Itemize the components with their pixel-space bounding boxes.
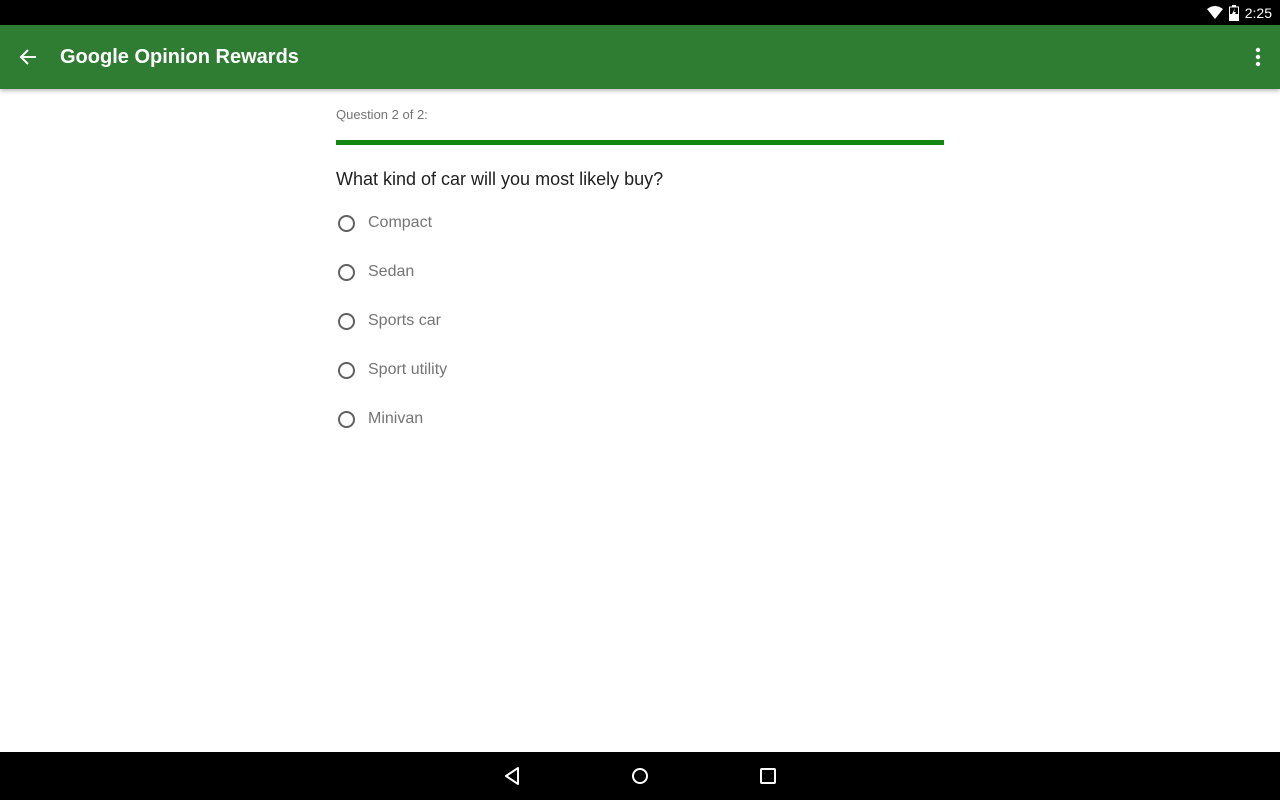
recents-square-icon [760, 768, 776, 784]
option-sedan[interactable]: Sedan [336, 261, 447, 310]
back-button[interactable] [14, 45, 42, 69]
nav-recents-button[interactable] [756, 764, 780, 788]
option-label: Minivan [368, 410, 424, 427]
option-compact[interactable]: Compact [336, 212, 447, 261]
status-bar: 2:25 [0, 0, 1280, 25]
app-bar: Google Opinion Rewards [0, 25, 1280, 89]
option-sport-utility[interactable]: Sport utility [336, 359, 447, 408]
survey-progress-bar [336, 140, 944, 145]
survey-progress-fill [336, 140, 944, 145]
option-label: Sedan [368, 263, 415, 280]
option-label: Compact [368, 214, 433, 231]
system-nav-bar [0, 752, 1280, 800]
clock: 2:25 [1244, 4, 1272, 21]
question-text: What kind of car will you most likely bu… [336, 169, 664, 189]
answer-options: Compact Sedan Sports car Sport utility M… [336, 212, 447, 457]
overflow-menu-button[interactable] [1250, 45, 1266, 69]
radio-button[interactable] [338, 362, 355, 379]
home-circle-icon [632, 768, 648, 784]
back-triangle-icon [505, 767, 519, 785]
more-vert-icon [1255, 47, 1261, 67]
status-icons: 2:25 [1206, 0, 1272, 25]
nav-home-button[interactable] [628, 764, 652, 788]
option-label: Sports car [368, 312, 441, 329]
radio-button[interactable] [338, 313, 355, 330]
option-label: Sport utility [368, 361, 448, 378]
nav-back-button[interactable] [500, 764, 524, 788]
app-title: Google Opinion Rewards [60, 46, 299, 68]
radio-button[interactable] [338, 411, 355, 428]
option-sports-car[interactable]: Sports car [336, 310, 447, 359]
radio-button[interactable] [338, 215, 355, 232]
arrow-back-icon [19, 49, 36, 65]
wifi-icon [1206, 5, 1223, 19]
radio-button[interactable] [338, 264, 355, 281]
question-counter: Question 2 of 2: [336, 107, 428, 122]
option-minivan[interactable]: Minivan [336, 408, 447, 457]
battery-charging-icon [1228, 4, 1239, 21]
